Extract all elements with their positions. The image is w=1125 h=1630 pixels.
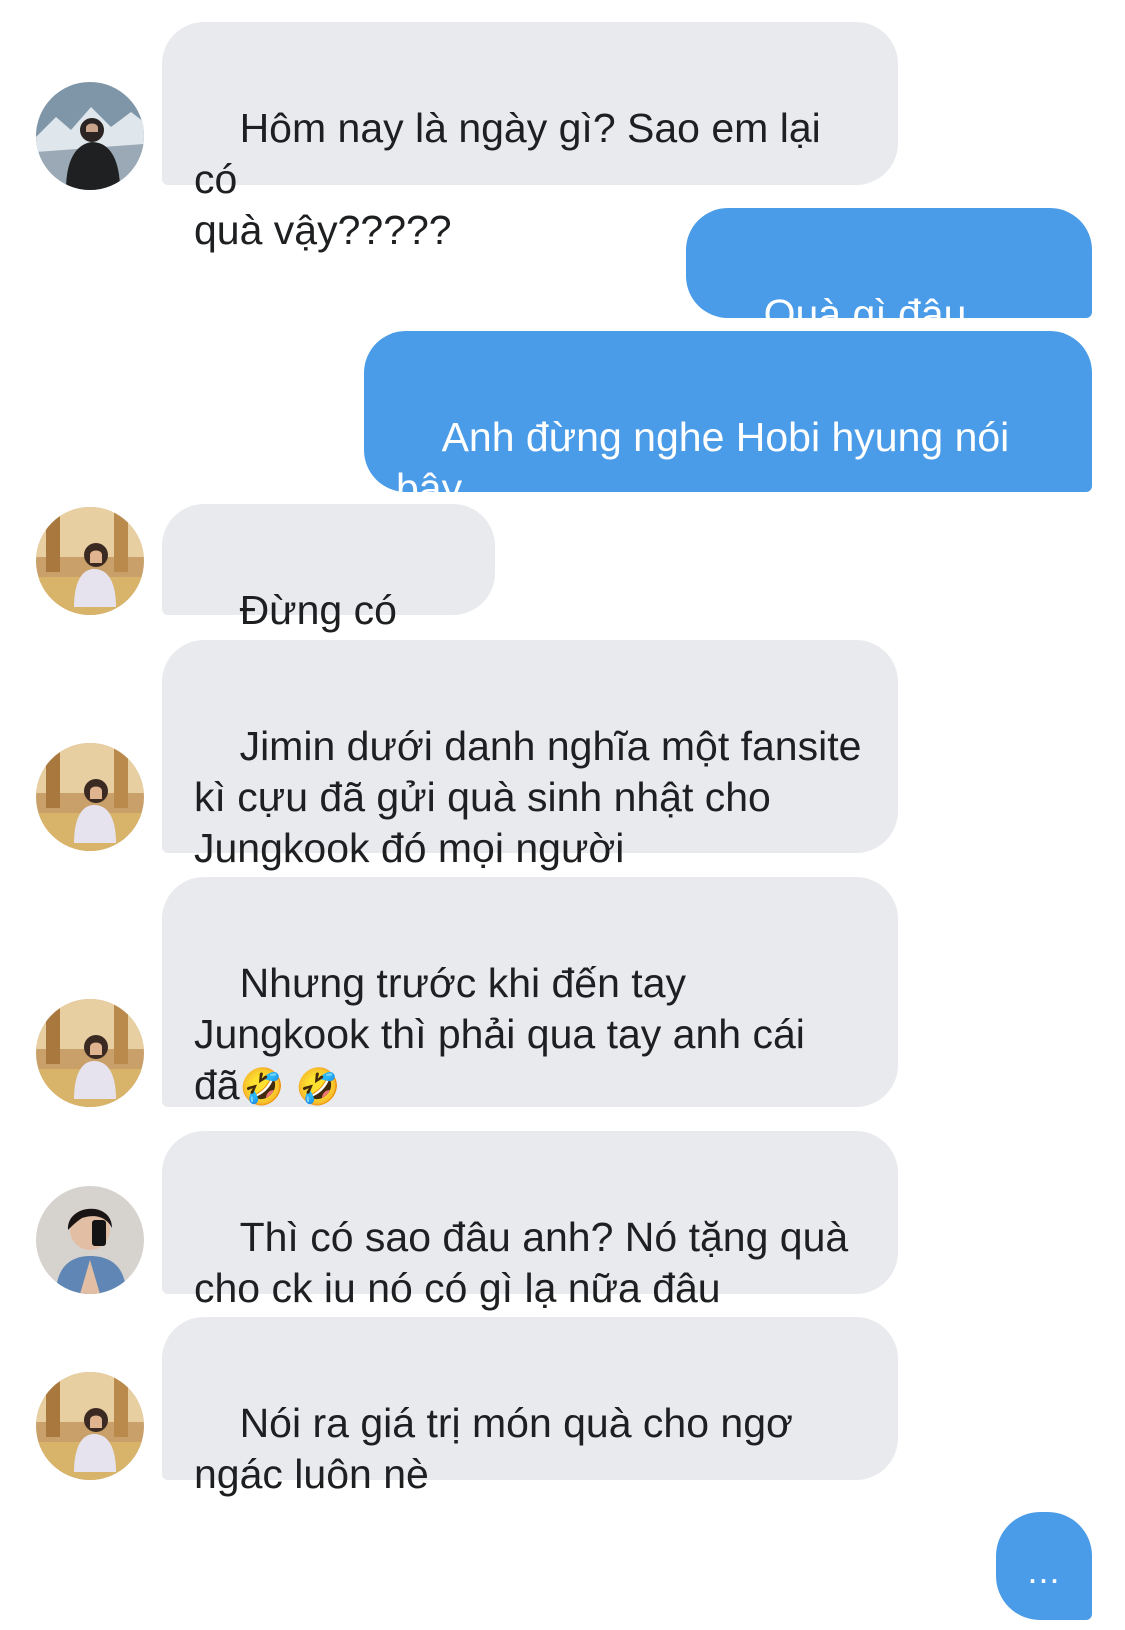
message-bubble-incoming[interactable]: Jimin dưới danh nghĩa một fansite kì cựu… [162,640,898,871]
avatar-warm[interactable] [36,507,144,615]
message-text: Jimin dưới danh nghĩa một fansite kì cựu… [194,723,862,871]
message-text: Anh đừng nghe Hobi hyung nói bậy [396,414,1010,511]
avatar-warm[interactable] [36,999,144,1107]
avatar-warm[interactable] [36,1372,144,1480]
avatar-warm[interactable] [36,743,144,851]
avatar-selfie[interactable] [36,1186,144,1294]
typing-dots: ... [1027,1550,1061,1591]
typing-indicator: ... [996,1512,1092,1620]
message-text: Thì có sao đâu anh? Nó tặng quà cho ck i… [194,1214,849,1311]
avatar-mountain[interactable] [36,82,144,190]
message-bubble-incoming[interactable]: Hôm nay là ngày gì? Sao em lại có quà vậ… [162,22,898,253]
message-bubble-outgoing[interactable]: Quà gì đâu hyung [686,208,1092,388]
chat-thread: Hôm nay là ngày gì? Sao em lại có quà vậ… [0,0,1125,1627]
person-seated-warm-light-icon [36,507,144,615]
rofl-emoji-icon: 🤣 🤣 [239,1067,341,1108]
person-seated-warm-light-icon [36,999,144,1107]
message-bubble-outgoing[interactable]: Anh đừng nghe Hobi hyung nói bậy [364,331,1092,511]
message-bubble-incoming[interactable]: Đừng có chối [162,504,495,684]
person-on-snowy-mountain-icon [36,82,144,190]
message-bubble-incoming[interactable]: Nhưng trước khi đến tay Jungkook thì phả… [162,877,898,1108]
person-seated-warm-light-icon [36,1372,144,1480]
message-text: Nói ra giá trị món quà cho ngơ ngác luôn… [194,1400,793,1497]
person-seated-warm-light-icon [36,743,144,851]
mirror-selfie-icon [36,1186,144,1294]
message-bubble-incoming[interactable]: Nói ra giá trị món quà cho ngơ ngác luôn… [162,1317,898,1497]
message-bubble-incoming[interactable]: Thì có sao đâu anh? Nó tặng quà cho ck i… [162,1131,898,1311]
